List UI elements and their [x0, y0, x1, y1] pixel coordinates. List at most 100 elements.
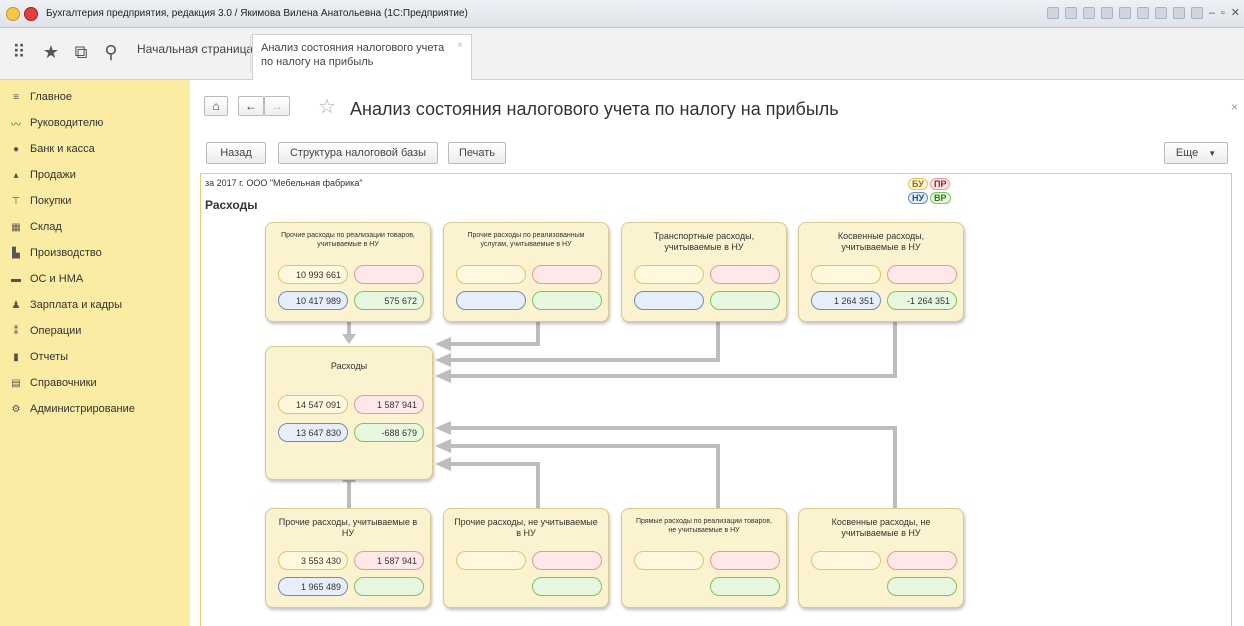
- maximize-icon[interactable]: ▫: [1221, 7, 1225, 19]
- value-vr[interactable]: 575 672: [354, 291, 424, 310]
- sidebar-item-purchases[interactable]: ⊤ Покупки: [10, 192, 72, 210]
- home-button[interactable]: ⌂: [204, 96, 228, 116]
- favorites-icon[interactable]: [1100, 6, 1113, 19]
- card-other-nu-expenses[interactable]: Прочие расходы, учитываемые в НУ 3 553 4…: [265, 508, 431, 608]
- value-nu[interactable]: [456, 291, 526, 310]
- value-bu[interactable]: 14 547 091: [278, 395, 348, 414]
- card-title: Транспортные расходы, учитываемые в НУ: [653, 231, 755, 252]
- value-pr[interactable]: 1 587 941: [354, 395, 424, 414]
- nav-back-button[interactable]: ←: [238, 96, 264, 116]
- sidebar-item-directories[interactable]: ▤ Справочники: [10, 374, 96, 392]
- value-vr[interactable]: -1 264 351: [887, 291, 957, 310]
- value-nu[interactable]: 1 264 351: [811, 291, 881, 310]
- info-icon[interactable]: [1190, 6, 1203, 19]
- value-pr[interactable]: [532, 551, 602, 570]
- value-nu[interactable]: 13 647 830: [278, 423, 348, 442]
- window-title: Бухгалтерия предприятия, редакция 3.0 / …: [46, 8, 468, 19]
- memory-icon[interactable]: [1172, 6, 1185, 19]
- apps-grid-icon[interactable]: ⠿: [8, 42, 30, 62]
- sidebar-item-sales[interactable]: ▴ Продажи: [10, 166, 75, 184]
- favorite-star-icon[interactable]: ☆: [318, 94, 336, 119]
- value-pr[interactable]: [887, 265, 957, 284]
- card-indirect-non-nu-expenses[interactable]: Косвенные расходы, не учитываемые в НУ: [798, 508, 964, 608]
- calculator-icon[interactable]: [1136, 6, 1149, 19]
- sidebar-item-warehouse[interactable]: ▦ Склад: [10, 218, 62, 236]
- main-menu-icon[interactable]: [24, 6, 38, 21]
- tab-home[interactable]: Начальная страница: [137, 42, 253, 56]
- value-nu[interactable]: 10 417 989: [278, 291, 348, 310]
- value-vr[interactable]: [710, 577, 780, 596]
- sidebar-item-label: Операции: [30, 325, 82, 337]
- search-icon[interactable]: ⚲: [100, 42, 122, 62]
- card-services-expenses[interactable]: Прочие расходы по реализованным услугам,…: [443, 222, 609, 322]
- sidebar-item-bank[interactable]: ● Банк и касса: [10, 140, 95, 158]
- nav-forward-button[interactable]: →: [264, 96, 290, 116]
- close-form-icon[interactable]: ×: [1231, 100, 1238, 114]
- sidebar-item-operations[interactable]: ⁑ Операции: [10, 322, 82, 340]
- card-direct-non-nu-expenses[interactable]: Прямые расходы по реализации товаров, не…: [621, 508, 787, 608]
- value-bu[interactable]: 3 553 430: [278, 551, 348, 570]
- sidebar-item-admin[interactable]: ⚙ Администрирование: [10, 400, 135, 418]
- close-window-icon[interactable]: ✕: [1231, 6, 1240, 19]
- card-indirect-expenses[interactable]: Косвенные расходы, учитываемые в НУ 1 26…: [798, 222, 964, 322]
- trend-icon: 〰: [11, 119, 21, 131]
- sidebar-item-label: Главное: [30, 91, 73, 103]
- value-pr[interactable]: [710, 551, 780, 570]
- value-pr[interactable]: [532, 265, 602, 284]
- person-icon: ♟: [11, 299, 21, 311]
- tab-profit-tax-analysis[interactable]: Анализ состояния налогового учета по нал…: [252, 34, 472, 80]
- value-nu[interactable]: [634, 291, 704, 310]
- card-transport-expenses[interactable]: Транспортные расходы, учитываемые в НУ: [621, 222, 787, 322]
- card-other-sales-expenses[interactable]: Прочие расходы по реализации товаров, уч…: [265, 222, 431, 322]
- value-bu[interactable]: [634, 551, 704, 570]
- history-icon[interactable]: ⧉: [70, 42, 92, 62]
- value-bu[interactable]: [811, 265, 881, 284]
- preview-icon[interactable]: [1082, 6, 1095, 19]
- sidebar-item-salary[interactable]: ♟ Зарплата и кадры: [10, 296, 123, 314]
- calendar-icon[interactable]: [1154, 6, 1167, 19]
- arrow-bottom-not-nu: [451, 462, 540, 508]
- page-title: Анализ состояния налогового учета по нал…: [350, 99, 839, 119]
- card-expenses-total[interactable]: Расходы 14 547 091 1 587 941 13 647 830 …: [265, 346, 433, 480]
- sidebar-item-assets[interactable]: ▬ ОС и НМА: [10, 270, 83, 288]
- sidebar-item-label: Банк и касса: [30, 143, 95, 155]
- minimize-icon[interactable]: –: [1209, 7, 1215, 19]
- value-bu[interactable]: [634, 265, 704, 284]
- card-title: Прочие расходы по реализации товаров, уч…: [281, 232, 415, 248]
- app-logo-icon[interactable]: [6, 6, 20, 21]
- value-bu[interactable]: [456, 551, 526, 570]
- reports-icon: ▮: [13, 351, 19, 363]
- save-icon[interactable]: [1046, 6, 1059, 19]
- value-bu[interactable]: 10 993 661: [278, 265, 348, 284]
- value-nu[interactable]: 1 965 489: [278, 577, 348, 596]
- value-bu[interactable]: [811, 551, 881, 570]
- value-vr[interactable]: [710, 291, 780, 310]
- tab-label-line2: по налогу на прибыль: [261, 56, 374, 68]
- tax-base-structure-button[interactable]: Структура налоговой базы: [278, 142, 438, 164]
- sidebar-item-reports[interactable]: ▮ Отчеты: [10, 348, 68, 366]
- value-pr[interactable]: [710, 265, 780, 284]
- print-icon[interactable]: [1064, 6, 1077, 19]
- value-bu[interactable]: [456, 265, 526, 284]
- value-pr[interactable]: [354, 265, 424, 284]
- value-vr[interactable]: [354, 577, 424, 596]
- favorites-star-icon[interactable]: ★: [40, 42, 62, 62]
- back-button[interactable]: Назад: [206, 142, 266, 164]
- value-vr[interactable]: -688 679: [354, 423, 424, 442]
- value-vr[interactable]: [532, 577, 602, 596]
- sidebar-item-manager[interactable]: 〰 Руководителю: [10, 114, 103, 132]
- value-pr[interactable]: [887, 551, 957, 570]
- value-vr[interactable]: [887, 577, 957, 596]
- print-button[interactable]: Печать: [448, 142, 506, 164]
- link-icon[interactable]: [1118, 6, 1131, 19]
- value-pr[interactable]: 1 587 941: [354, 551, 424, 570]
- sidebar-item-production[interactable]: ▙ Производство: [10, 244, 102, 262]
- card-other-non-nu-expenses[interactable]: Прочие расходы, не учитываемые в НУ: [443, 508, 609, 608]
- close-tab-icon[interactable]: ×: [457, 39, 463, 53]
- sidebar-item-main[interactable]: ≡ Главное: [10, 88, 72, 106]
- value-vr[interactable]: [532, 291, 602, 310]
- card-title: Прочие расходы, не учитываемые в НУ: [454, 517, 598, 538]
- more-button[interactable]: Еще ▼: [1164, 142, 1228, 164]
- sales-icon: ▴: [13, 169, 19, 181]
- cart-icon: ⊤: [11, 195, 21, 207]
